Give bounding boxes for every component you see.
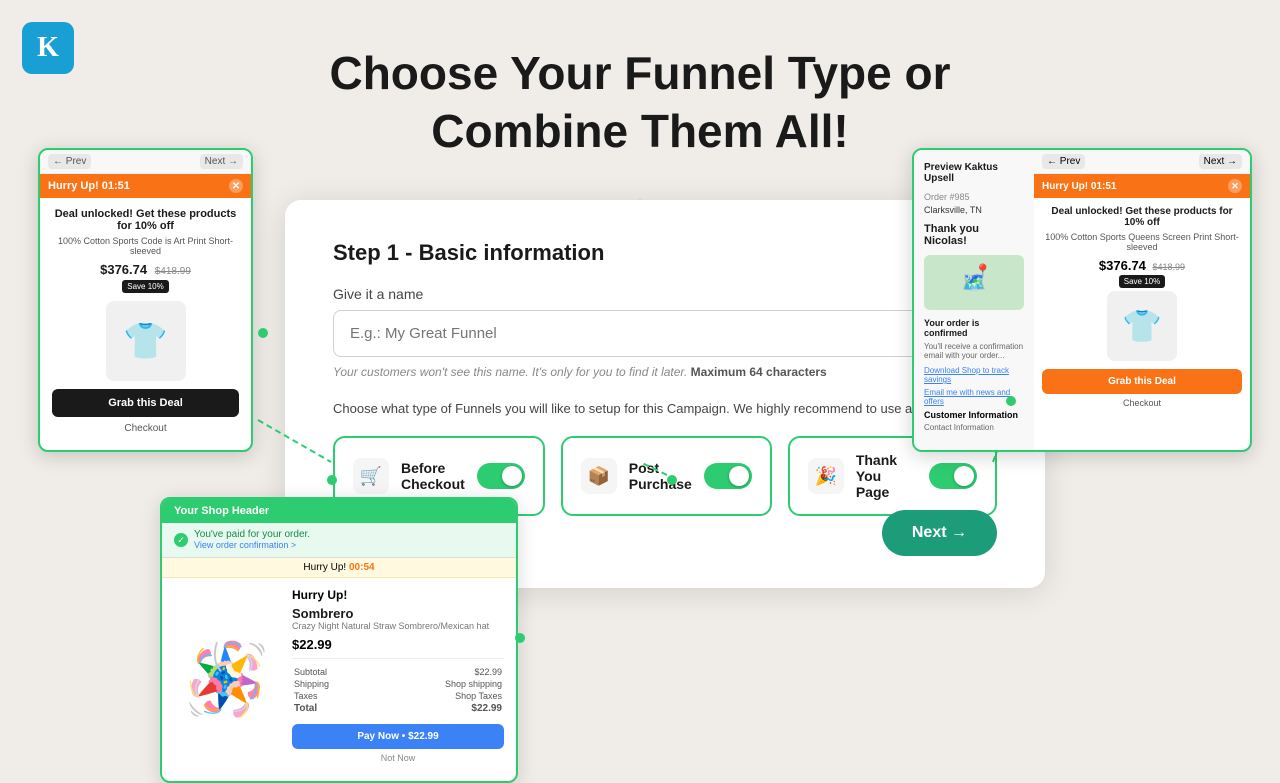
post-purchase-label: Post Purchase bbox=[629, 460, 692, 492]
map-pin-icon: 📍 bbox=[974, 263, 991, 280]
popup-product-name-before: 100% Cotton Sports Code is Art Print Sho… bbox=[52, 236, 239, 256]
ty-check-circle-icon: ✓ bbox=[174, 533, 188, 547]
ty-product-image-area: 🪅 bbox=[162, 578, 292, 781]
kaktus-save: Save 10% bbox=[1034, 275, 1250, 287]
popup-close-before[interactable]: ✕ bbox=[229, 179, 243, 193]
ty-price: $22.99 bbox=[292, 637, 504, 652]
kaktus-product-image: 👕 bbox=[1107, 291, 1177, 361]
sombrero-image: 🪅 bbox=[183, 639, 270, 721]
kaktus-product-name: 100% Cotton Sports Queens Screen Print S… bbox=[1034, 232, 1250, 258]
ty-hurry-label: Hurry Up! bbox=[292, 588, 504, 602]
ty-view-order-link[interactable]: View order confirmation > bbox=[194, 540, 296, 550]
kaktus-track-link[interactable]: Download Shop to track savings bbox=[924, 366, 1024, 384]
kaktus-customer-info: Customer Information bbox=[924, 410, 1024, 420]
kaktus-deal-title: Deal unlocked! Get these products for 10… bbox=[1034, 198, 1250, 232]
before-checkout-icon: 🛒 bbox=[353, 458, 389, 494]
popup-price-before: $376.74 $418.99 bbox=[52, 262, 239, 277]
popup-prev-before[interactable]: ← Prev bbox=[48, 154, 91, 169]
kaktus-confirmed-sub: You'll receive a confirmation email with… bbox=[924, 342, 1024, 360]
popup-kaktus: Preview Kaktus Upsell Order #985 Clarksv… bbox=[912, 148, 1252, 452]
connector-dot-2 bbox=[327, 475, 337, 485]
thank-you-icon: 🎉 bbox=[808, 458, 844, 494]
kaktus-map: 🗺️ 📍 bbox=[924, 255, 1024, 310]
kaktus-right-panel: ← Prev Next → Hurry Up! 01:51 ✕ Deal unl… bbox=[1034, 150, 1250, 450]
funnel-type-post-purchase[interactable]: 📦 Post Purchase bbox=[561, 436, 772, 516]
ty-price-table: Subtotal $22.99 Shipping Shop shipping T… bbox=[292, 658, 504, 716]
next-button[interactable]: Next → bbox=[882, 510, 997, 556]
heading-line1: Choose Your Funnel Type or bbox=[329, 47, 950, 99]
popup-nav-before: ← Prev Next → bbox=[40, 150, 251, 174]
ty-subtotal-row: Subtotal $22.99 bbox=[294, 667, 502, 677]
logo: K bbox=[22, 22, 74, 74]
kaktus-grab-btn[interactable]: Grab this Deal bbox=[1042, 369, 1242, 394]
kaktus-order-label: Order #985 bbox=[924, 192, 1024, 202]
popup-save-badge-before: Save 10% bbox=[122, 280, 168, 293]
ty-shop-header: Your Shop Header bbox=[162, 499, 516, 523]
popup-content-before: Deal unlocked! Get these products for 10… bbox=[40, 198, 251, 450]
ty-confirm-row: ✓ You've paid for your order. View order… bbox=[162, 523, 516, 558]
step-title: Step 1 - Basic information bbox=[333, 240, 997, 266]
kaktus-prev[interactable]: ← Prev bbox=[1042, 154, 1085, 169]
ty-total-row: Total $22.99 bbox=[294, 703, 502, 714]
thank-you-label: Thank You Page bbox=[856, 452, 917, 500]
popup-before-checkout: ← Prev Next → Hurry Up! 01:51 ✕ Deal unl… bbox=[38, 148, 253, 452]
kaktus-contact-info: Contact Information bbox=[924, 423, 1024, 432]
popup-banner-before: Hurry Up! 01:51 ✕ bbox=[40, 174, 251, 198]
ty-confirm-text: You've paid for your order. bbox=[194, 529, 310, 540]
post-purchase-toggle[interactable] bbox=[704, 463, 752, 489]
heading-line2: Combine Them All! bbox=[431, 105, 848, 157]
popup-product-image-before: 👕 bbox=[106, 301, 186, 381]
input-hint: Your customers won't see this name. It's… bbox=[333, 365, 997, 379]
kaktus-location: Clarksville, TN bbox=[924, 205, 1024, 215]
kaktus-price: $376.74 $418.99 bbox=[1034, 258, 1250, 275]
connector-dot-1 bbox=[258, 328, 268, 338]
kaktus-next[interactable]: Next → bbox=[1199, 154, 1242, 169]
ty-product-name: Sombrero bbox=[292, 606, 504, 621]
ty-taxes-row: Taxes Shop Taxes bbox=[294, 691, 502, 701]
ty-body: 🪅 Hurry Up! Sombrero Crazy Night Natural… bbox=[162, 578, 516, 781]
logo-letter: K bbox=[37, 32, 59, 64]
kaktus-left-panel: Preview Kaktus Upsell Order #985 Clarksv… bbox=[914, 150, 1034, 450]
ty-not-now: Not Now bbox=[292, 749, 504, 771]
kaktus-right-nav: ← Prev Next → bbox=[1034, 150, 1250, 174]
connector-dot-4 bbox=[1006, 396, 1016, 406]
kaktus-confirmed: Your order is confirmed bbox=[924, 318, 1024, 338]
connector-dot-3 bbox=[667, 475, 677, 485]
kaktus-banner: Hurry Up! 01:51 ✕ bbox=[1034, 174, 1250, 198]
thank-you-toggle[interactable] bbox=[929, 463, 977, 489]
funnel-name-input[interactable] bbox=[333, 310, 997, 357]
popup-grab-btn-before[interactable]: Grab this Deal bbox=[52, 389, 239, 417]
before-checkout-label: Before Checkout bbox=[401, 460, 465, 492]
kaktus-close-icon[interactable]: ✕ bbox=[1228, 179, 1242, 193]
main-heading: Choose Your Funnel Type or Combine Them … bbox=[0, 45, 1280, 160]
ty-pay-btn[interactable]: Pay Now • $22.99 bbox=[292, 724, 504, 749]
kaktus-thank: Thank you Nicolas! bbox=[924, 223, 1024, 247]
ty-product-sub: Crazy Night Natural Straw Sombrero/Mexic… bbox=[292, 621, 504, 631]
field-label: Give it a name bbox=[333, 286, 997, 302]
popup-next-before[interactable]: Next → bbox=[200, 154, 243, 169]
kaktus-preview-header: Preview Kaktus Upsell bbox=[924, 162, 1024, 184]
before-checkout-toggle[interactable] bbox=[477, 463, 525, 489]
ty-product-details: Hurry Up! Sombrero Crazy Night Natural S… bbox=[292, 578, 516, 781]
ty-shipping-row: Shipping Shop shipping bbox=[294, 679, 502, 689]
kaktus-checkout-link[interactable]: Checkout bbox=[1034, 398, 1250, 414]
choose-text: Choose what type of Funnels you will lik… bbox=[333, 401, 997, 416]
connector-dot-5 bbox=[515, 633, 525, 643]
popup-checkout-link-before[interactable]: Checkout bbox=[52, 423, 239, 440]
popup-deal-title-before: Deal unlocked! Get these products for 10… bbox=[52, 208, 239, 232]
popup-thankyou: Your Shop Header ✓ You've paid for your … bbox=[160, 497, 518, 783]
post-purchase-icon: 📦 bbox=[581, 458, 617, 494]
ty-timer-bar: Hurry Up! 00:54 bbox=[162, 558, 516, 578]
